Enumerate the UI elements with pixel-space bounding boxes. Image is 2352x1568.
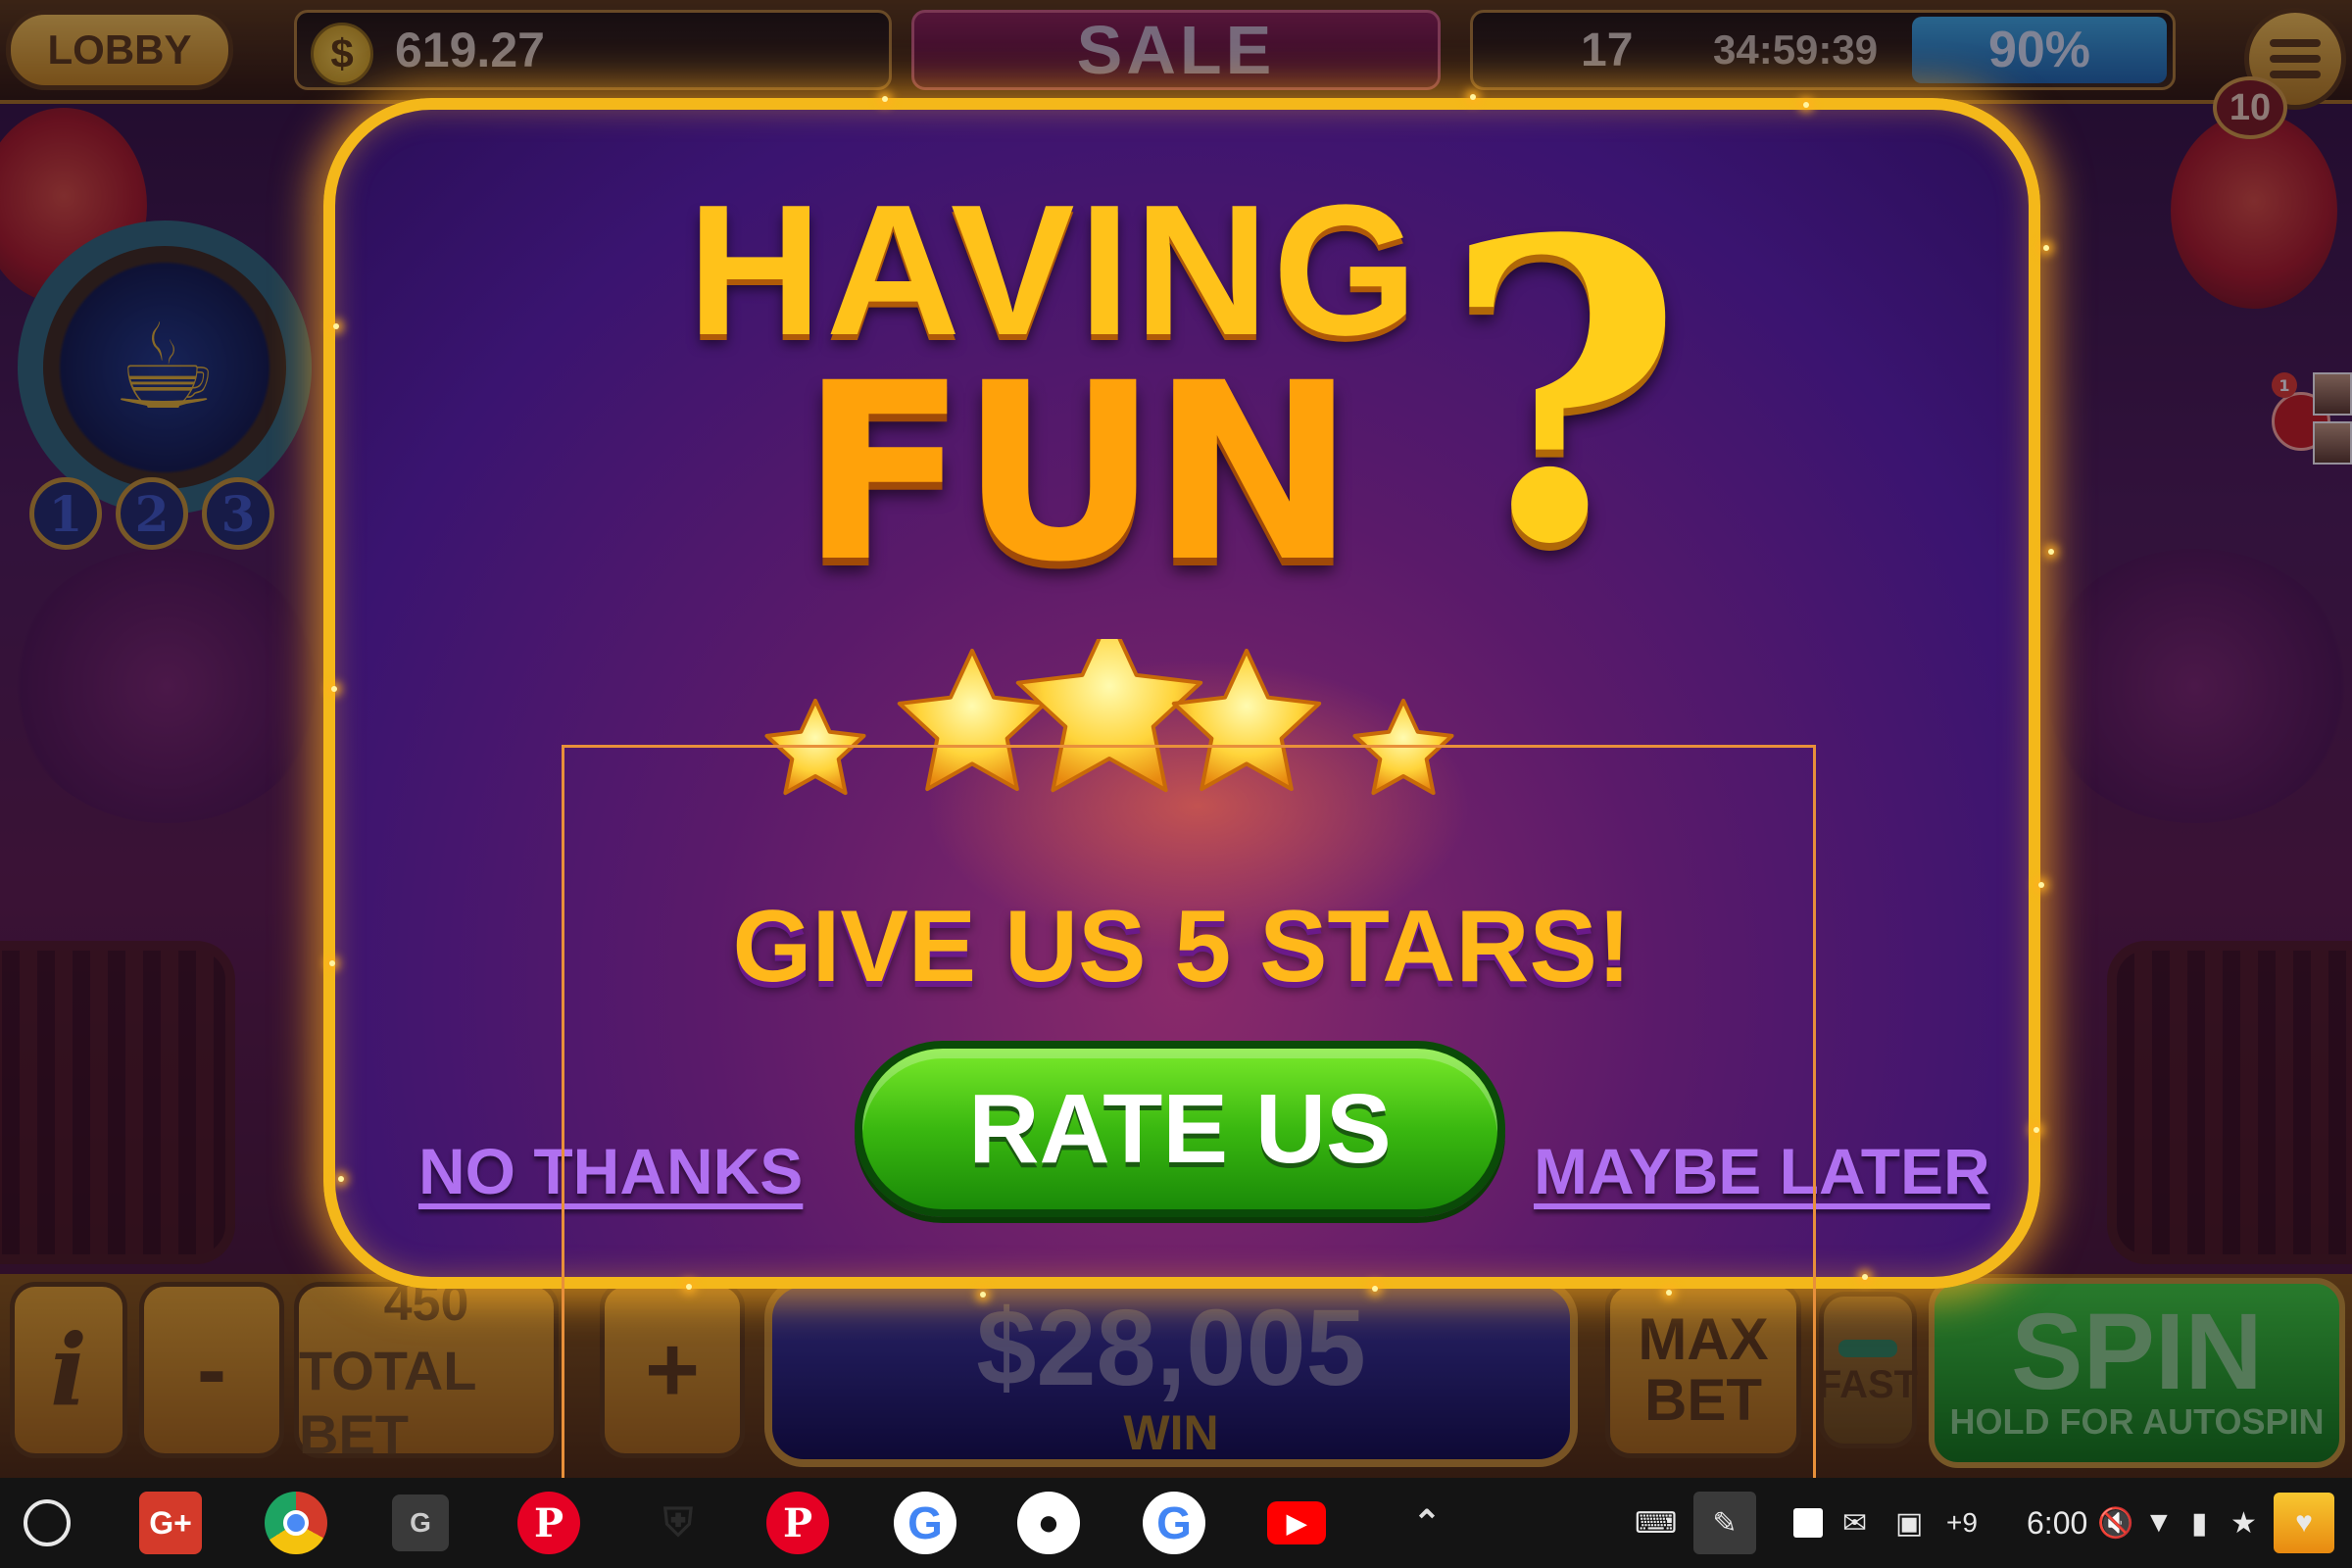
google-plus-icon[interactable]: G+ [139,1492,202,1554]
messenger-icon[interactable]: ✉ [1842,1503,1867,1543]
question-mark: ? [1443,152,1685,635]
sparkle [2038,882,2044,888]
sparkle [329,960,335,966]
accessibility-icon[interactable]: ★ [2230,1503,2257,1543]
more-notifications[interactable]: +9 [1946,1503,1978,1543]
no-thanks-link[interactable]: NO THANKS [418,1134,803,1208]
sparkle [2043,245,2049,251]
notification-square-icon[interactable] [1793,1508,1823,1538]
youtube-icon[interactable]: ▶ [1267,1501,1326,1544]
clock[interactable]: 6:00 [2027,1503,2087,1543]
sparkle [338,1176,344,1182]
mute-icon[interactable]: 🔇 [2097,1503,2133,1543]
rate-us-dialog: HAVING FUN ? GIVE US 5 STARS! RATE US NO… [323,98,2040,1289]
battery-icon[interactable]: ▮ [2191,1503,2208,1543]
sparkle [2048,549,2054,555]
rating-star-1 [764,699,866,796]
google-icon[interactable]: G [894,1492,956,1554]
pinterest-icon[interactable]: P [766,1492,829,1554]
maybe-later-link[interactable]: MAYBE LATER [1534,1134,1990,1208]
five-stars-rating [764,639,1454,796]
g-app-icon[interactable]: G [392,1494,449,1551]
wifi-icon[interactable]: ▼ [2144,1503,2174,1543]
os-taskbar: G+ G P ⛨ P G ● G ▶ ⌃ ⌨ ✎ ✉ ▣ +9 6:00 🔇 ▼… [0,1478,2352,1568]
sparkle [1803,102,1809,108]
rate-us-button[interactable]: RATE US [855,1041,1505,1217]
sparkle [333,323,339,329]
rating-star-5 [1352,699,1454,796]
give-us-5-stars-text: GIVE US 5 STARS! [732,890,1632,1004]
launcher-icon[interactable] [24,1499,71,1546]
rating-star-4 [1171,649,1322,792]
sparkle [980,1292,986,1298]
stylus-icon[interactable]: ✎ [1693,1492,1756,1554]
rating-star-3 [1015,639,1203,793]
sparkle [686,1284,692,1290]
sparkle [1666,1290,1672,1296]
image-icon[interactable]: ▣ [1895,1503,1923,1543]
shield-icon[interactable]: ⛨ [647,1492,710,1554]
pinterest-icon[interactable]: P [517,1492,580,1554]
rating-star-2 [897,649,1048,792]
sparkle [882,96,888,102]
dialog-title-fun: FUN [800,330,1355,615]
sparkle [2034,1127,2039,1133]
sparkle [1372,1286,1378,1292]
github-icon[interactable]: ● [1017,1492,1080,1554]
sparkle [1470,94,1476,100]
game-screen: LOBBY $ 619.27 SALE 17 34:59:39 90% 10 ☕… [0,0,2352,1478]
sparkle [1862,1274,1868,1280]
keyboard-icon[interactable]: ⌨ [1635,1503,1677,1543]
user-avatar[interactable]: ♥ [2274,1493,2334,1553]
chrome-icon[interactable] [265,1492,327,1554]
sparkle [331,686,337,692]
google-icon[interactable]: G [1143,1492,1205,1554]
chevron-up-icon[interactable]: ⌃ [1396,1492,1458,1554]
